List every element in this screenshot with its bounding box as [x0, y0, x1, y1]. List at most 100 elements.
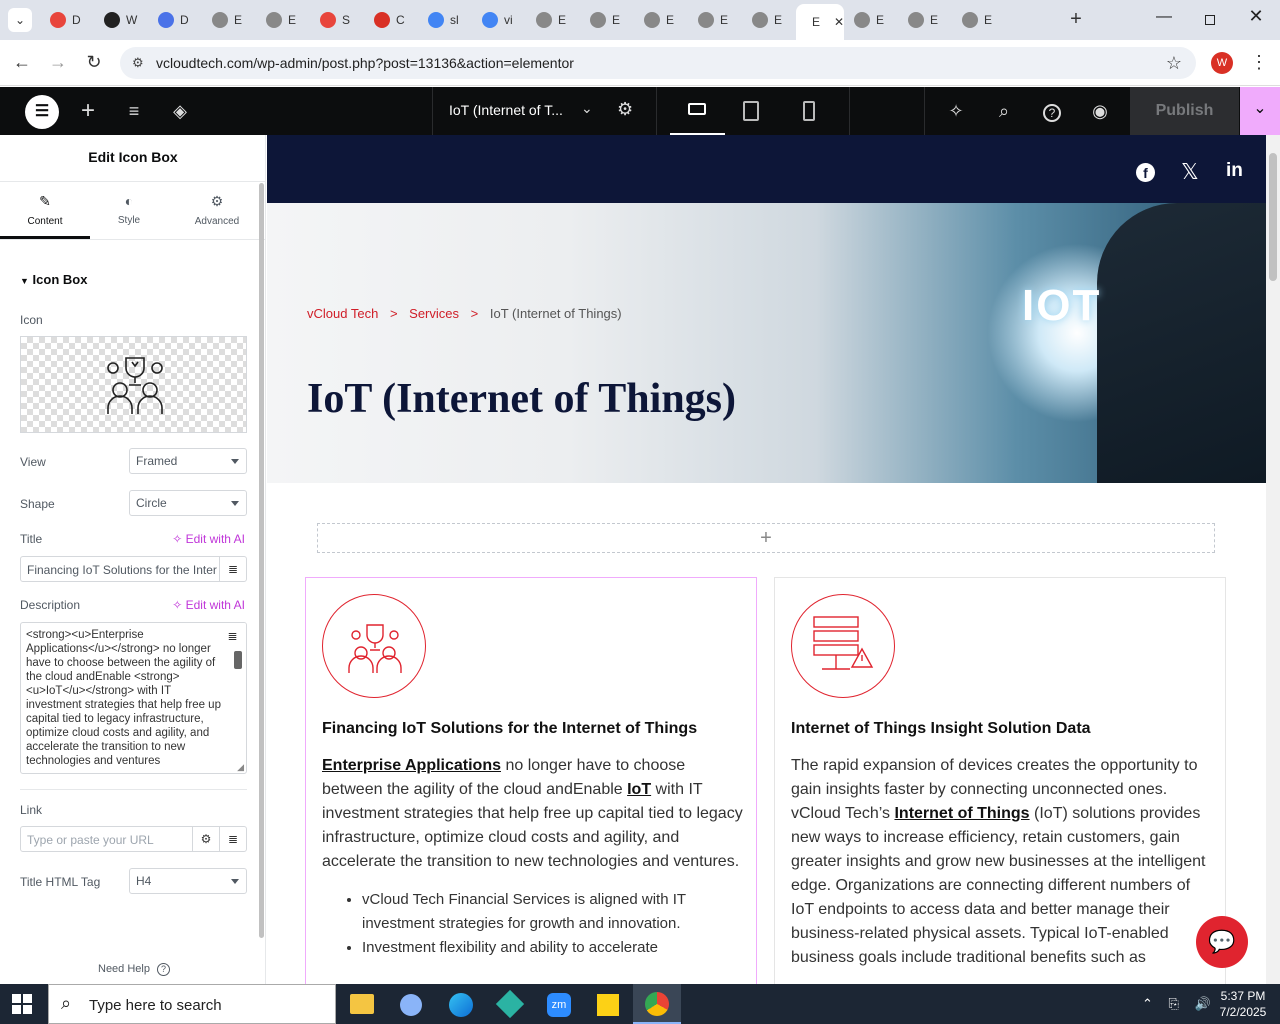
star-icon[interactable]: ☆ — [1166, 47, 1182, 79]
canvas-scrollbar[interactable] — [1266, 135, 1280, 984]
tab-advanced[interactable]: ⚙ Advanced — [168, 193, 266, 239]
browser-tab[interactable]: E — [742, 6, 796, 34]
chat-widget-button[interactable]: 💬 — [1196, 916, 1248, 968]
chrome-icon[interactable] — [633, 984, 681, 1024]
icon-label: Icon — [20, 313, 43, 327]
icon-box-card-2[interactable]: Internet of Things Insight Solution Data… — [774, 577, 1226, 984]
browser-tab[interactable]: E — [688, 6, 742, 34]
forward-button[interactable]: → — [48, 52, 68, 72]
app-icon-diamond[interactable] — [495, 989, 525, 1019]
dynamic-tags-button[interactable]: ≣ — [219, 557, 246, 581]
site-settings-button[interactable]: ≡ — [122, 99, 146, 123]
linkedin-icon[interactable]: in — [1226, 160, 1243, 182]
system-tray[interactable]: ⌃ ⎘ 🔊 — [1142, 996, 1217, 1012]
icon-preview[interactable] — [20, 336, 247, 433]
internet-of-things-link[interactable]: Internet of Things — [894, 805, 1029, 822]
browser-tab[interactable]: D — [40, 6, 94, 34]
edit-ai-label: Edit with AI — [185, 598, 245, 612]
breadcrumb-home-link[interactable]: vCloud Tech — [307, 306, 378, 321]
close-tab-icon[interactable]: ✕ — [834, 15, 844, 29]
preview-button[interactable]: ◉ — [1088, 99, 1112, 123]
breadcrumb-services-link[interactable]: Services — [409, 306, 459, 321]
view-select[interactable]: Framed — [129, 448, 247, 474]
publish-button[interactable]: Publish — [1130, 87, 1239, 135]
browser-tab[interactable]: E ✕ — [796, 4, 844, 40]
site-info-icon[interactable]: ⚙ — [132, 47, 144, 79]
browser-tab[interactable]: E — [844, 6, 898, 34]
tab-search-button[interactable]: ⌄ — [8, 8, 32, 32]
textarea-scrollbar[interactable] — [234, 651, 242, 669]
enterprise-applications-link[interactable]: Enterprise Applications — [322, 757, 501, 774]
tab-content[interactable]: ✎ Content — [0, 193, 90, 239]
tab-style[interactable]: ◐ Style — [90, 193, 168, 239]
need-help-link[interactable]: Need Help ? — [98, 963, 171, 976]
description-textarea[interactable]: <strong><u>Enterprise Applications</u></… — [20, 622, 247, 774]
zoom-icon[interactable]: zm — [547, 993, 571, 1017]
finder-button[interactable]: ⌕ — [992, 99, 1016, 123]
link-input[interactable]: Type or paste your URL ⚙ ≣ — [20, 826, 247, 852]
browser-tab[interactable]: D — [148, 6, 202, 34]
whats-new-button[interactable]: ✧ — [944, 99, 968, 123]
icon-box-card-1[interactable]: Financing IoT Solutions for the Internet… — [305, 577, 757, 984]
browser-tab[interactable]: E — [952, 6, 1006, 34]
shape-select[interactable]: Circle — [129, 490, 247, 516]
start-button[interactable] — [12, 994, 32, 1014]
resize-handle-icon[interactable]: ◢ — [237, 762, 244, 773]
title-edit-ai-button[interactable]: ✧ Edit with AI — [172, 532, 245, 546]
browser-tab[interactable]: sl — [418, 6, 472, 34]
browser-tab[interactable]: E — [898, 6, 952, 34]
browser-tab[interactable]: E — [634, 6, 688, 34]
edge-icon[interactable] — [449, 993, 473, 1017]
browser-tab[interactable]: W — [94, 6, 148, 34]
browser-tab[interactable]: E — [526, 6, 580, 34]
minimize-button[interactable]: — — [1152, 8, 1176, 32]
browser-tab[interactable]: E — [202, 6, 256, 34]
browser-tab[interactable]: S — [310, 6, 364, 34]
browser-menu-button[interactable]: ⋮ — [1250, 52, 1268, 74]
title-input[interactable]: Financing IoT Solutions for the Inter ≣ — [20, 556, 247, 582]
x-twitter-icon[interactable]: 𝕏 — [1181, 159, 1199, 185]
file-explorer-icon[interactable] — [350, 994, 374, 1014]
profile-avatar[interactable]: W — [1211, 52, 1233, 74]
url-bar[interactable]: ⚙ vcloudtech.com/wp-admin/post.php?post=… — [120, 47, 1196, 79]
iot-link[interactable]: IoT — [627, 781, 651, 798]
browser-tab[interactable]: C — [364, 6, 418, 34]
html-tag-select[interactable]: H4 — [129, 868, 247, 894]
card-description: The rapid expansion of devices creates t… — [791, 754, 1216, 970]
link-options-button[interactable]: ⚙ — [192, 827, 219, 851]
panel-scrollbar[interactable] — [259, 183, 264, 938]
app-icon-paint[interactable] — [400, 994, 422, 1016]
pencil-icon: ✎ — [39, 193, 51, 209]
device-desktop-button[interactable] — [670, 87, 725, 135]
browser-tab[interactable]: E — [256, 6, 310, 34]
help-button[interactable]: ? — [1040, 99, 1064, 123]
sticky-notes-icon[interactable] — [597, 994, 619, 1016]
browser-tab[interactable]: vi — [472, 6, 526, 34]
taskbar-search-box[interactable]: ⌕ Type here to search — [48, 984, 336, 1024]
chevron-down-icon[interactable]: ⌄ — [581, 100, 593, 117]
add-section-placeholder[interactable]: + — [317, 523, 1215, 553]
elementor-logo-button[interactable]: ☰ — [25, 95, 59, 129]
device-mobile-button[interactable] — [803, 101, 815, 121]
page-title-dropdown[interactable]: IoT (Internet of T... — [449, 102, 563, 118]
add-element-button[interactable]: + — [76, 99, 100, 123]
restore-button[interactable] — [1198, 8, 1222, 32]
close-window-button[interactable]: ✕ — [1244, 6, 1268, 30]
structure-button[interactable]: ◈ — [168, 99, 192, 123]
publish-options-button[interactable]: ⌄ — [1240, 87, 1280, 135]
reload-button[interactable]: ↻ — [84, 52, 104, 72]
new-tab-button[interactable]: + — [1064, 8, 1088, 32]
browser-tab[interactable]: E — [580, 6, 634, 34]
section-toggle[interactable]: ▼ Icon Box — [20, 272, 87, 287]
card-title: Internet of Things Insight Solution Data — [791, 720, 1091, 737]
page-settings-icon[interactable]: ⚙ — [617, 99, 633, 120]
clock[interactable]: 5:37 PM 7/2/2025 — [1212, 988, 1274, 1020]
dynamic-tags-button[interactable]: ≣ — [219, 827, 246, 851]
description-edit-ai-button[interactable]: ✧ Edit with AI — [172, 598, 245, 612]
card-title: Financing IoT Solutions for the Internet… — [322, 720, 698, 737]
dynamic-tags-button[interactable]: ≣ — [219, 623, 246, 649]
scrollbar-thumb[interactable] — [1269, 153, 1277, 281]
back-button[interactable]: ← — [12, 52, 32, 72]
device-tablet-button[interactable] — [743, 101, 759, 121]
facebook-icon[interactable]: f — [1136, 163, 1155, 182]
